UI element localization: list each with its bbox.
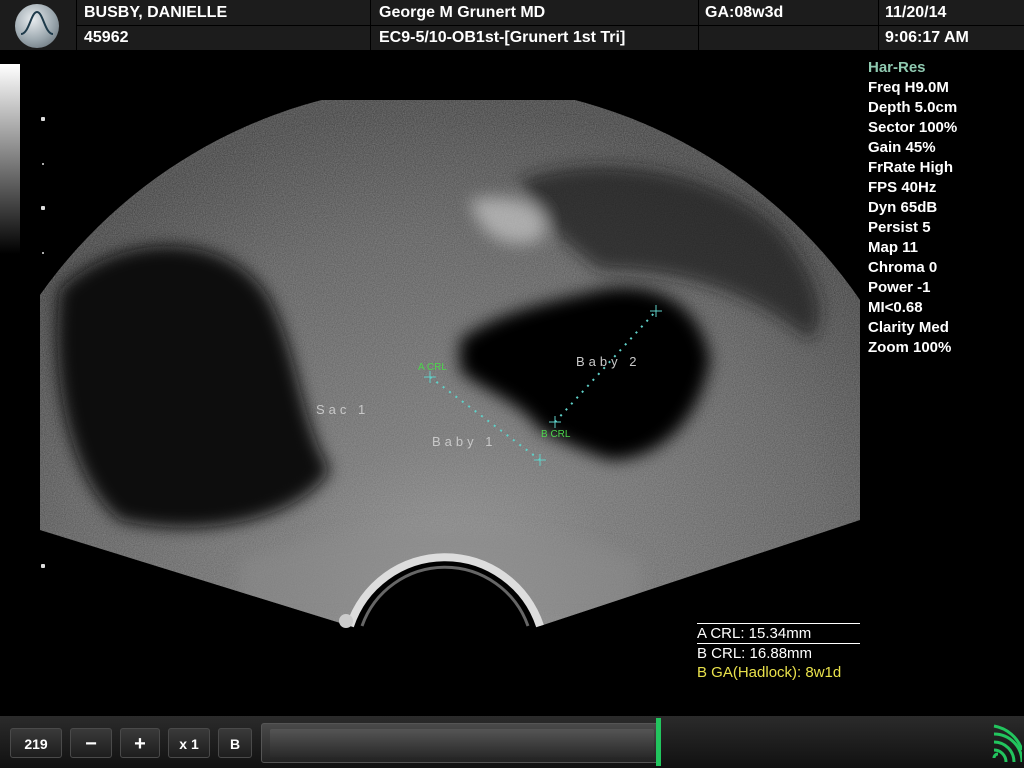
- param-mi: MI<0.68: [868, 299, 923, 316]
- param-fps: FPS 40Hz: [868, 179, 937, 196]
- param-chroma: Chroma 0: [868, 259, 938, 276]
- param-gain: Gain 45%: [868, 139, 936, 156]
- measurement-b-crl: B CRL: 16.88mm: [697, 645, 813, 662]
- param-zoom: Zoom 100%: [868, 339, 952, 356]
- cine-scrollbar[interactable]: [261, 723, 659, 763]
- frame-counter: 219: [10, 728, 62, 758]
- measurement-b-ga: B GA(Hadlock): 8w1d: [697, 664, 842, 681]
- param-persistence: Persist 5: [868, 219, 931, 236]
- param-depth: Depth 5.0cm: [868, 99, 958, 116]
- param-power: Power -1: [868, 279, 931, 296]
- wireless-signal-icon: [992, 724, 1022, 762]
- minus-button[interactable]: −: [70, 728, 112, 758]
- param-frequency: Freq H9.0M: [868, 79, 949, 96]
- cine-position-marker[interactable]: [656, 718, 661, 766]
- param-map: Map 11: [868, 239, 919, 256]
- annotation-baby-2: Baby 2: [576, 354, 640, 369]
- mode-b-button[interactable]: B: [218, 728, 252, 758]
- measurement-a-crl: A CRL: 15.34mm: [697, 625, 812, 642]
- plus-button[interactable]: +: [120, 728, 160, 758]
- param-clarity: Clarity Med: [868, 319, 949, 336]
- param-mode: Har-Res: [868, 59, 926, 76]
- playback-speed-button[interactable]: x 1: [168, 728, 210, 758]
- param-dynamic-range: Dyn 65dB: [868, 199, 938, 216]
- annotation-baby-1: Baby 1: [432, 434, 496, 449]
- param-frame-rate: FrRate High: [868, 159, 954, 176]
- caliper-a-label: A CRL: [418, 362, 447, 373]
- measurement-results: A CRL: 15.34mm B CRL: 16.88mm B GA(Hadlo…: [697, 623, 860, 682]
- annotation-sac: Sac 1: [316, 402, 369, 417]
- imaging-parameters: Har-Res Freq H9.0M Depth 5.0cm Sector 10…: [868, 58, 957, 358]
- param-sector: Sector 100%: [868, 119, 958, 136]
- footer-toolbar: 219 − + x 1 B: [0, 716, 1024, 768]
- caliper-b-label: B CRL: [541, 429, 571, 440]
